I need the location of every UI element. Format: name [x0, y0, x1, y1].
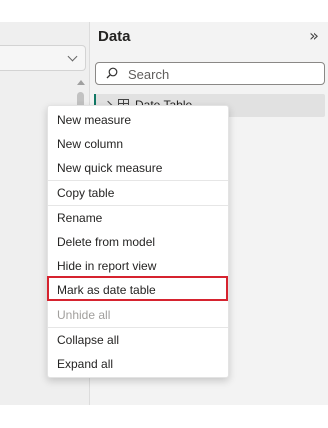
- top-strip: [0, 0, 328, 22]
- chevron-down-icon: [67, 51, 78, 62]
- data-pane-title: Data: [98, 28, 131, 45]
- context-menu: New measure New column New quick measure…: [47, 105, 229, 378]
- search-placeholder: Search: [128, 67, 170, 82]
- menu-item-delete-from-model[interactable]: Delete from model: [48, 230, 228, 254]
- search-icon: [106, 67, 118, 79]
- menu-item-collapse-all[interactable]: Collapse all: [48, 328, 228, 352]
- screen: Data » Search Date Table New measure New…: [0, 0, 328, 428]
- double-chevron-right-icon[interactable]: »: [306, 28, 322, 44]
- menu-item-new-measure[interactable]: New measure: [48, 108, 228, 132]
- menu-item-rename[interactable]: Rename: [48, 206, 228, 230]
- highlight-box: [47, 276, 228, 301]
- scroll-up-arrow-icon[interactable]: [77, 80, 85, 85]
- menu-item-hide-in-report-view[interactable]: Hide in report view: [48, 254, 228, 278]
- menu-item-new-column[interactable]: New column: [48, 132, 228, 156]
- filter-dropdown[interactable]: [0, 45, 86, 71]
- menu-item-expand-all[interactable]: Expand all: [48, 352, 228, 376]
- menu-item-unhide-all: Unhide all: [57, 308, 111, 322]
- menu-item-copy-table[interactable]: Copy table: [48, 181, 228, 205]
- search-input[interactable]: Search: [95, 62, 325, 85]
- bottom-strip: [0, 405, 328, 428]
- menu-item-new-quick-measure[interactable]: New quick measure: [48, 156, 228, 180]
